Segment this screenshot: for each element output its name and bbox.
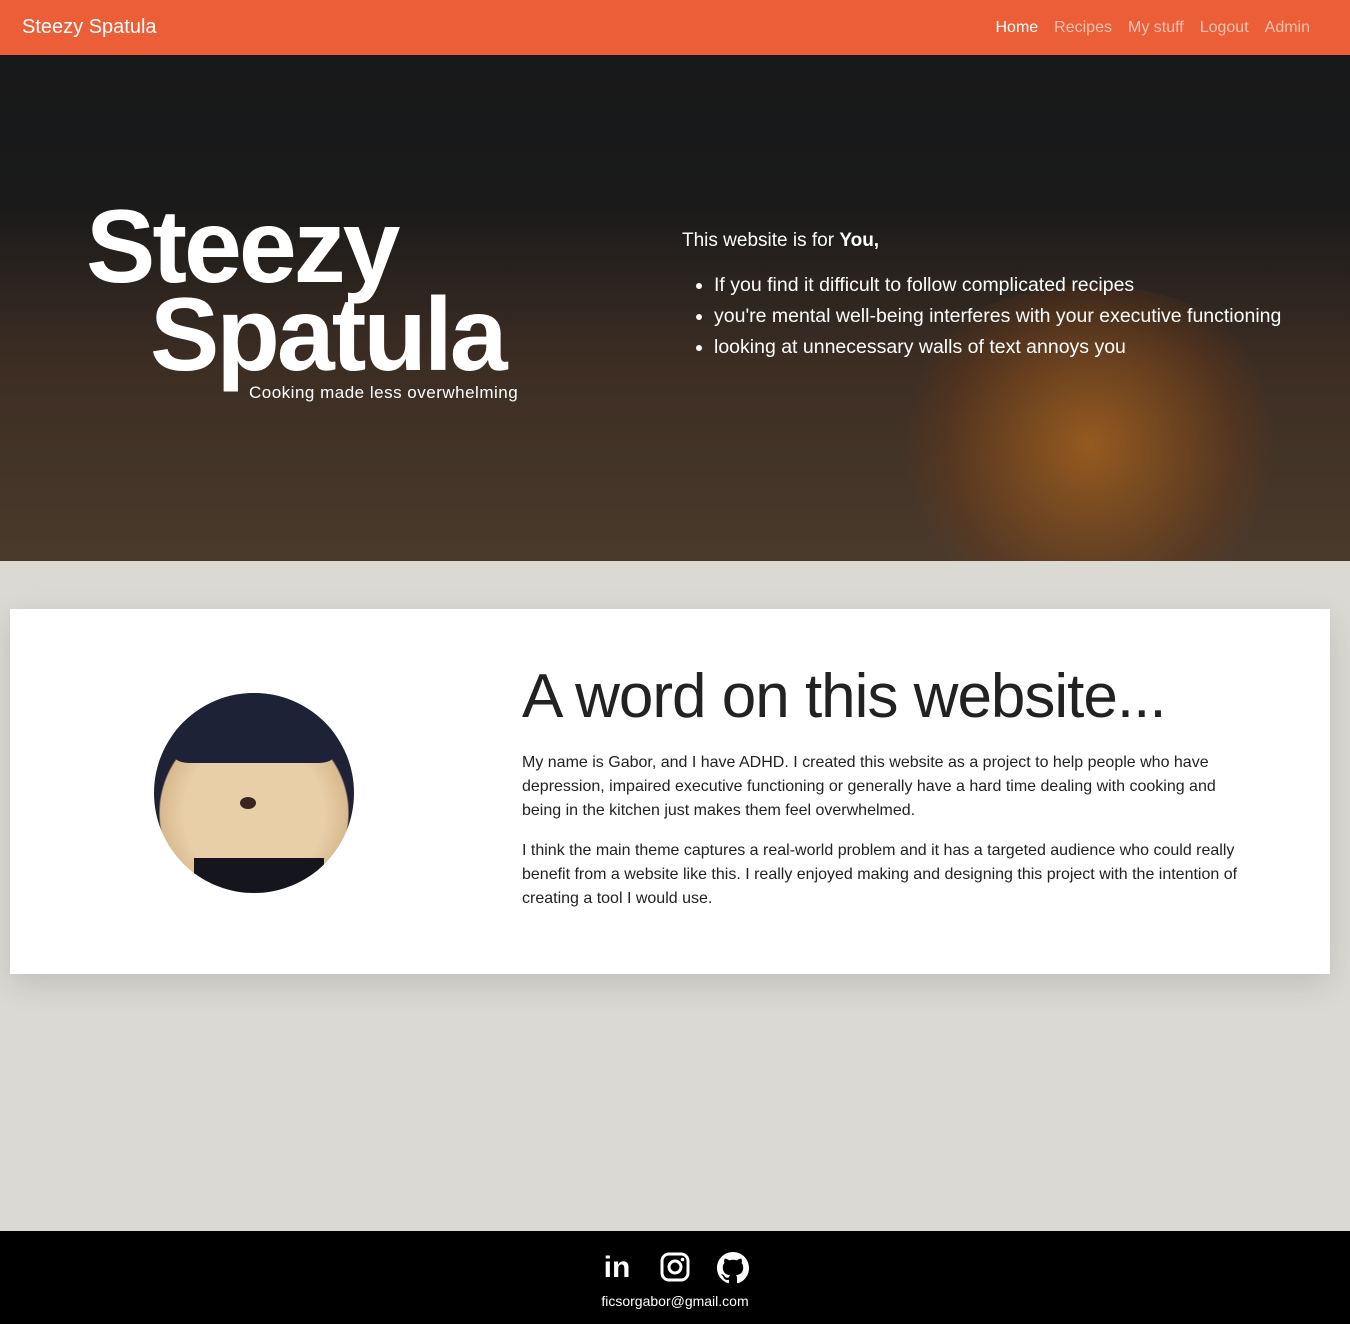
footer: in ficsorgabor@gmail.com [0, 1231, 1350, 1324]
avatar-cap [174, 693, 334, 763]
about-title: A word on this website... [522, 662, 1167, 731]
hero-tagline: Cooking made less overwhelming [249, 383, 519, 402]
list-item: If you find it difficult to follow compl… [714, 274, 1281, 297]
about-paragraph-1: My name is Gabor, and I have ADHD. I cre… [522, 754, 1216, 819]
hero-logo-line2: Spatula [150, 277, 508, 393]
intro-list: If you find it difficult to follow compl… [682, 274, 1281, 359]
list-item: you're mental well-being interferes with… [714, 305, 1281, 328]
nav-admin[interactable]: Admin [1265, 19, 1310, 37]
intro-text: This website is for [682, 230, 840, 251]
nav-my-stuff[interactable]: My stuff [1128, 19, 1184, 37]
hero-intro: This website is for You, If you find it … [682, 230, 1281, 367]
nav-recipes[interactable]: Recipes [1054, 19, 1112, 37]
nav-links: Home Recipes My stuff Logout Admin [995, 19, 1310, 37]
brand-link[interactable]: Steezy Spatula [22, 16, 157, 39]
about-paragraph-2: I think the main theme captures a real-w… [522, 842, 1238, 907]
nav-logout[interactable]: Logout [1200, 19, 1249, 37]
avatar [154, 693, 354, 893]
instagram-icon[interactable] [659, 1252, 691, 1284]
github-icon[interactable] [717, 1252, 750, 1284]
list-item: looking at unnecessary walls of text ann… [714, 336, 1281, 359]
nav-home[interactable]: Home [995, 19, 1038, 37]
hero-banner: Steezy Spatula Cooking made less overwhe… [0, 55, 1350, 561]
navbar: Steezy Spatula Home Recipes My stuff Log… [0, 0, 1350, 55]
intro-bold: You, [839, 230, 880, 251]
avatar-body [194, 858, 324, 893]
footer-email[interactable]: ficsorgabor@gmail.com [0, 1293, 1350, 1309]
avatar-nose [240, 797, 256, 809]
linkedin-icon[interactable]: in [601, 1252, 633, 1284]
about-card: A word on this website... My name is Gab… [10, 609, 1330, 974]
